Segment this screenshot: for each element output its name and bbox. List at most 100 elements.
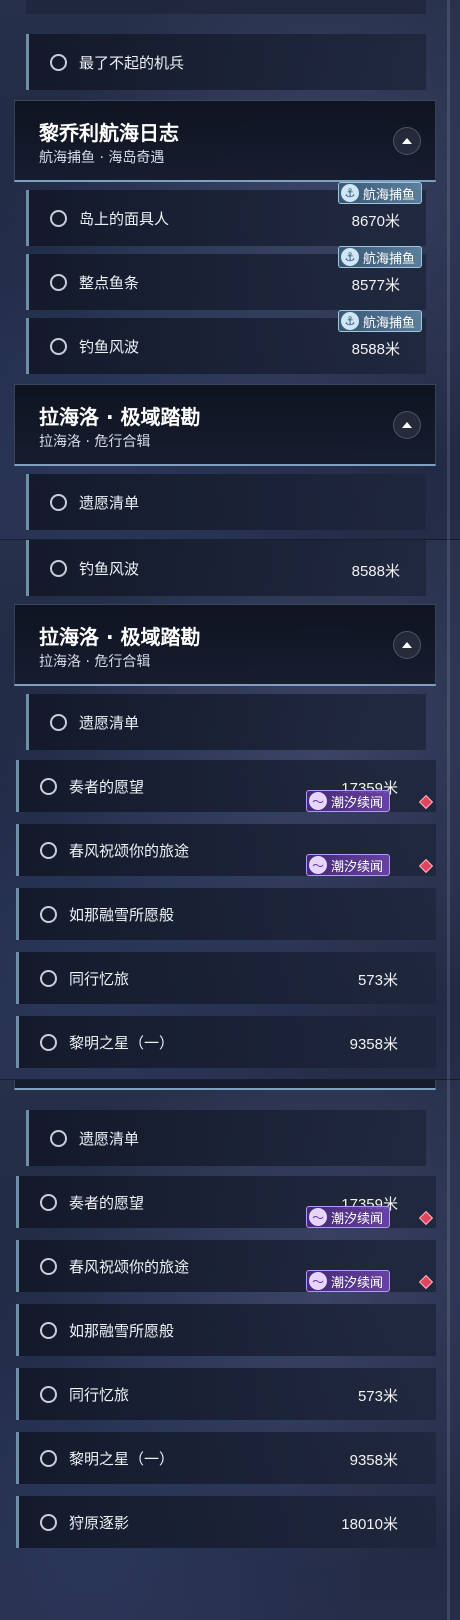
tide-tag: 〜 潮汐续闻 [306,1270,391,1292]
tag-label: 潮汐续闻 [331,859,384,875]
collapse-button[interactable] [393,127,421,155]
radio-circle-icon[interactable] [40,905,57,923]
quest-distance: 8577米 [351,277,400,294]
quest-label: 遗愿清单 [79,713,140,732]
chevron-up-icon [402,422,412,428]
quest-distance: 9358米 [349,1036,398,1053]
fish-hook-icon: ⚓ [341,248,359,266]
quest-row-hunt-shadow[interactable]: 狩原逐影 18010米 [16,1496,436,1548]
quest-label: 黎明之星（一） [69,1449,175,1468]
tag-label: 潮汐续闻 [331,795,384,811]
quest-label: 遗愿清单 [79,1129,140,1148]
quest-list-segment-2: 钓鱼风波 8588米 拉海洛 · 极域踏勘 拉海洛 · 危行合辑 遗愿清单 奏者… [0,540,460,1080]
quest-row-melting-snow[interactable]: 如那融雪所愿般 [16,1304,436,1356]
quest-label: 春风祝颂你的旅途 [69,1257,190,1276]
fish-hook-icon: ⚓ [341,312,359,330]
tag-label: 航海捕鱼 [363,251,416,267]
radio-circle-icon[interactable] [40,1513,57,1531]
radio-circle-icon[interactable] [40,1385,57,1403]
wave-icon: 〜 [309,792,327,810]
tide-tag: 〜 潮汐续闻 [306,790,391,812]
radio-circle-icon[interactable] [40,1321,57,1339]
tide-tag: 〜 潮汐续闻 [306,1206,391,1228]
quest-label: 奏者的愿望 [69,1193,145,1212]
group-subtitle: 航海捕鱼 · 海岛奇遇 [39,150,165,166]
quest-row-wish-list[interactable]: 遗愿清单 [26,1110,426,1166]
radio-circle-icon[interactable] [50,53,67,71]
radio-circle-icon[interactable] [40,969,57,987]
quest-label: 黎明之星（一） [69,1033,175,1052]
quest-row-wish-list[interactable]: 遗愿清单 [26,694,426,750]
group-header-lahailuo[interactable]: 拉海洛 · 极域踏勘 拉海洛 · 危行合辑 [14,384,436,466]
group-subtitle: 拉海洛 · 危行合辑 [39,434,151,450]
tag-label: 航海捕鱼 [363,187,416,203]
radio-circle-icon[interactable] [40,1449,57,1467]
quest-label: 同行忆旅 [69,1385,130,1404]
quest-list-segment-1: 最了不起的机兵 黎乔利航海日志 航海捕鱼 · 海岛奇遇 岛上的面具人 8670米… [0,0,460,540]
tag-label: 航海捕鱼 [363,315,416,331]
group-header-lichore[interactable]: 黎乔利航海日志 航海捕鱼 · 海岛奇遇 [14,100,436,182]
quest-row-last-mech[interactable]: 最了不起的机兵 [26,34,426,90]
wave-icon: 〜 [309,1208,327,1226]
fishing-tag: ⚓ 航海捕鱼 [338,182,423,204]
collapse-button[interactable] [393,631,421,659]
quest-label: 狩原逐影 [69,1513,130,1532]
quest-distance: 18010米 [341,1516,398,1533]
quest-distance: 573米 [357,972,398,989]
group-title: 拉海洛 · 极域踏勘 [39,625,201,649]
radio-circle-icon[interactable] [50,337,67,355]
quest-label: 如那融雪所愿般 [69,905,175,924]
quest-label: 岛上的面具人 [79,209,170,228]
quest-row-melting-snow[interactable]: 如那融雪所愿般 [16,888,436,940]
radio-circle-icon[interactable] [50,493,67,511]
quest-label: 最了不起的机兵 [79,53,185,72]
quest-label: 春风祝颂你的旅途 [69,841,190,860]
quest-label: 如那融雪所愿般 [69,1321,175,1340]
radio-circle-icon[interactable] [40,1257,57,1275]
quest-row-travel-memory[interactable]: 同行忆旅 573米 [16,1368,436,1420]
group-header-lahailuo-partial[interactable]: 拉海洛 · 危行合辑 [14,1080,436,1090]
wave-icon: 〜 [309,856,327,874]
quest-row-dawn-star[interactable]: 黎明之星（一） 9358米 [16,1432,436,1484]
group-title: 黎乔利航海日志 [39,121,179,145]
quest-row-travel-memory[interactable]: 同行忆旅 573米 [16,952,436,1004]
fish-hook-icon: ⚓ [341,184,359,202]
quest-label: 整点鱼条 [79,273,140,292]
radio-circle-icon[interactable] [50,1129,67,1147]
radio-circle-icon[interactable] [50,713,67,731]
radio-circle-icon[interactable] [40,1193,57,1211]
chevron-up-icon [402,138,412,144]
fishing-tag: ⚓ 航海捕鱼 [338,310,423,332]
wave-icon: 〜 [309,1272,327,1290]
quest-row-fishing-storm[interactable]: 钓鱼风波 8588米 [26,540,426,596]
quest-distance: 8670米 [351,213,400,230]
tag-label: 潮汐续闻 [331,1275,384,1291]
radio-circle-icon[interactable] [40,777,57,795]
quest-distance: 9358米 [349,1452,398,1469]
radio-circle-icon[interactable] [40,841,57,859]
quest-label: 遗愿清单 [79,493,140,512]
fishing-tag: ⚓ 航海捕鱼 [338,246,423,268]
chevron-up-icon [402,642,412,648]
quest-label: 奏者的愿望 [69,777,145,796]
group-title: 拉海洛 · 极域踏勘 [39,405,201,429]
group-subtitle: 拉海洛 · 危行合辑 [39,654,151,670]
radio-circle-icon[interactable] [50,273,67,291]
quest-distance: 8588米 [351,341,400,358]
quest-distance: 8588米 [351,563,400,580]
radio-circle-icon[interactable] [50,209,67,227]
cut-off-row [26,0,426,14]
collapse-button[interactable] [393,411,421,439]
radio-circle-icon[interactable] [50,559,67,577]
quest-label: 钓鱼风波 [79,559,140,578]
tag-label: 潮汐续闻 [331,1211,384,1227]
quest-label: 钓鱼风波 [79,337,140,356]
quest-distance: 573米 [357,1388,398,1405]
quest-label: 同行忆旅 [69,969,130,988]
quest-list-segment-3: 拉海洛 · 危行合辑 遗愿清单 奏者的愿望 17359米 春风祝颂你的旅途 〜 … [0,1080,460,1620]
group-header-lahailuo[interactable]: 拉海洛 · 极域踏勘 拉海洛 · 危行合辑 [14,604,436,686]
radio-circle-icon[interactable] [40,1033,57,1051]
quest-row-wish-list[interactable]: 遗愿清单 [26,474,426,530]
tide-tag: 〜 潮汐续闻 [306,854,391,876]
quest-row-dawn-star[interactable]: 黎明之星（一） 9358米 [16,1016,436,1068]
